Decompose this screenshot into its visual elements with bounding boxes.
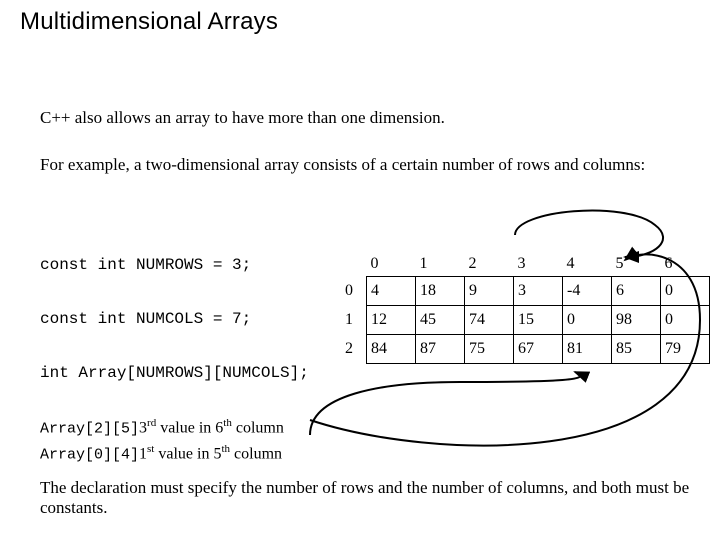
table-cell: -4 <box>563 277 612 306</box>
table-cell: 67 <box>514 335 563 364</box>
array-ref-code: Array[2][5] <box>40 420 139 437</box>
table-cell: 75 <box>465 335 514 364</box>
table-row: 2 84 87 75 67 81 85 79 <box>332 335 710 364</box>
table-cell: 87 <box>416 335 465 364</box>
col-header: 2 <box>465 252 514 277</box>
paragraph-3: The declaration must specify the number … <box>40 478 690 518</box>
array-ref-line-2: Array[0][4]1st value in 5th column <box>40 439 284 465</box>
table-cell: 15 <box>514 306 563 335</box>
col-header: 4 <box>563 252 612 277</box>
code-line: const int NUMROWS = 3; <box>40 256 309 274</box>
col-header: 0 <box>367 252 416 277</box>
code-line: const int NUMCOLS = 7; <box>40 310 309 328</box>
table-cell: 81 <box>563 335 612 364</box>
table-row: 0 4 18 9 3 -4 6 0 <box>332 277 710 306</box>
table-cell: 12 <box>367 306 416 335</box>
array-ref-line-1: Array[2][5]3rd value in 63rd value in 6t… <box>40 413 284 439</box>
table-row: 1 12 45 74 15 0 98 0 <box>332 306 710 335</box>
table-cell: 98 <box>612 306 661 335</box>
table-cell: 4 <box>367 277 416 306</box>
code-line: int Array[NUMROWS][NUMCOLS]; <box>40 364 309 382</box>
table-cell: 18 <box>416 277 465 306</box>
row-header: 0 <box>332 277 367 306</box>
col-header: 5 <box>612 252 661 277</box>
code-block: const int NUMROWS = 3; const int NUMCOLS… <box>40 220 309 400</box>
col-header: 1 <box>416 252 465 277</box>
page-title: Multidimensional Arrays <box>20 8 278 36</box>
col-header: 3 <box>514 252 563 277</box>
col-header: 6 <box>661 252 710 277</box>
table-cell: 0 <box>563 306 612 335</box>
array-ref-code: Array[0][4] <box>40 447 139 464</box>
table-cell: 0 <box>661 277 710 306</box>
table-cell: 0 <box>661 306 710 335</box>
paragraph-2: For example, a two-dimensional array con… <box>40 155 690 175</box>
table-cell: 45 <box>416 306 465 335</box>
table-cell: 6 <box>612 277 661 306</box>
row-header: 1 <box>332 306 367 335</box>
table-cell: 84 <box>367 335 416 364</box>
table-cell: 74 <box>465 306 514 335</box>
table-cell: 85 <box>612 335 661 364</box>
table-cell: 3 <box>514 277 563 306</box>
paragraph-1: C++ also allows an array to have more th… <box>40 108 690 128</box>
table-cell: 9 <box>465 277 514 306</box>
row-header: 2 <box>332 335 367 364</box>
array-table: 0 1 2 3 4 5 6 0 4 18 9 3 -4 6 0 1 12 45 … <box>332 252 710 364</box>
table-header-row: 0 1 2 3 4 5 6 <box>332 252 710 277</box>
table-cell: 79 <box>661 335 710 364</box>
array-reference-lines: Array[2][5]3rd value in 63rd value in 6t… <box>40 413 284 466</box>
